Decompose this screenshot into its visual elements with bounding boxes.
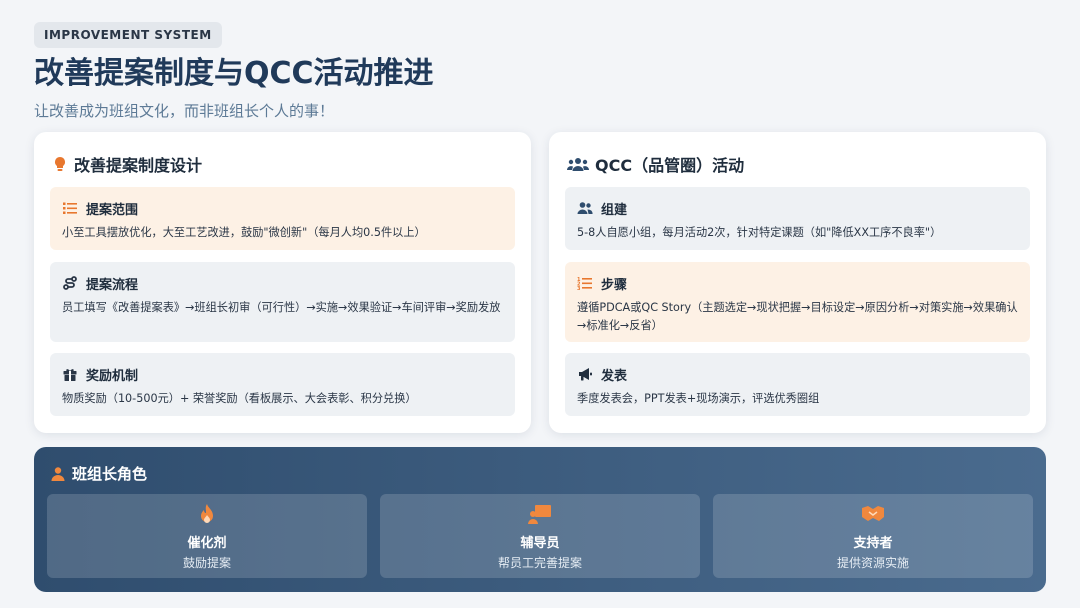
proposal-scope-item: 提案范围 小至工具摆放优化，大至工艺改进，鼓励"微创新"（每月人均0.5件以上） [50, 187, 515, 250]
item-title: 组建 [601, 202, 628, 218]
item-text: 5-8人自愿小组，每月活动2次，针对特定课题（如"降低XX工序不良率"） [577, 226, 942, 239]
role-card-catalyst: 催化剂 鼓励提案 [47, 494, 367, 578]
item-text: 物质奖励（10-500元）+ 荣誉奖励（看板展示、大会表彰、积分兑换） [62, 392, 417, 405]
qcc-card: QCC（品管圈）活动 组建 5-8人自愿小组，每月活动2次，针对特定课题（如"降… [549, 132, 1046, 433]
handshake-icon [861, 502, 885, 526]
proposal-system-title: 改善提案制度设计 [74, 156, 203, 175]
route-icon [62, 275, 78, 291]
qcc-heading: QCC（品管圈）活动 [567, 152, 744, 176]
qcc-presentation-item: 发表 季度发表会，PPT发表+现场演示，评选优秀圈组 [565, 353, 1030, 416]
role-name: 催化剂 [187, 536, 227, 551]
megaphone-icon [577, 366, 593, 382]
proposal-system-card: 改善提案制度设计 提案范围 小至工具摆放优化，大至工艺改进，鼓励"微创新"（每月… [34, 132, 531, 433]
item-text: 季度发表会，PPT发表+现场演示，评选优秀圈组 [577, 392, 820, 405]
item-title: 奖励机制 [86, 368, 139, 384]
item-title: 提案流程 [86, 277, 139, 293]
item-text: 遵循PDCA或QC Story（主题选定→现状把握→目标设定→原因分析→对策实施… [577, 301, 1018, 332]
team-leader-role-panel: 班组长角色 催化剂 鼓励提案 辅导员 帮员工完善提案 支持者 提供资源实施 [34, 447, 1046, 592]
proposal-flow-item: 提案流程 员工填写《改善提案表》→班组长初审（可行性）→实施→效果验证→车间评审… [50, 262, 515, 342]
fire-icon [195, 502, 219, 526]
item-title: 发表 [601, 368, 628, 384]
item-text: 小至工具摆放优化，大至工艺改进，鼓励"微创新"（每月人均0.5件以上） [62, 226, 426, 239]
list-icon [62, 200, 78, 216]
svg-text:3: 3 [577, 286, 581, 291]
gift-icon [62, 366, 78, 382]
steps-list-icon: 123 [577, 275, 593, 291]
team-leader-role-title: 班组长角色 [72, 465, 148, 483]
qcc-steps-item: 123 步骤 遵循PDCA或QC Story（主题选定→现状把握→目标设定→原因… [565, 262, 1030, 342]
page-title: 改善提案制度与QCC活动推进 [34, 56, 434, 91]
section-tag: IMPROVEMENT SYSTEM [34, 22, 222, 48]
role-description: 帮员工完善提案 [497, 556, 582, 570]
role-card-supporter: 支持者 提供资源实施 [713, 494, 1033, 578]
teacher-icon [528, 502, 552, 526]
team-leader-role-heading: 班组长角色 [50, 463, 147, 484]
lightbulb-icon [52, 156, 68, 172]
item-title: 步骤 [601, 277, 628, 293]
role-name: 支持者 [853, 536, 893, 551]
item-text: 员工填写《改善提案表》→班组长初审（可行性）→实施→效果验证→车间评审→奖励发放 [62, 301, 501, 314]
users-group-icon [567, 156, 589, 172]
role-name: 辅导员 [520, 536, 560, 551]
item-title: 提案范围 [86, 202, 139, 218]
person-icon [50, 466, 66, 482]
role-description: 提供资源实施 [836, 556, 909, 570]
users-icon [577, 200, 593, 216]
page-subtitle: 让改善成为班组文化，而非班组长个人的事！ [34, 102, 335, 120]
proposal-system-heading: 改善提案制度设计 [52, 152, 202, 176]
role-description: 鼓励提案 [182, 556, 231, 570]
reward-item: 奖励机制 物质奖励（10-500元）+ 荣誉奖励（看板展示、大会表彰、积分兑换） [50, 353, 515, 416]
qcc-title: QCC（品管圈）活动 [595, 156, 745, 175]
qcc-setup-item: 组建 5-8人自愿小组，每月活动2次，针对特定课题（如"降低XX工序不良率"） [565, 187, 1030, 250]
role-card-mentor: 辅导员 帮员工完善提案 [380, 494, 700, 578]
